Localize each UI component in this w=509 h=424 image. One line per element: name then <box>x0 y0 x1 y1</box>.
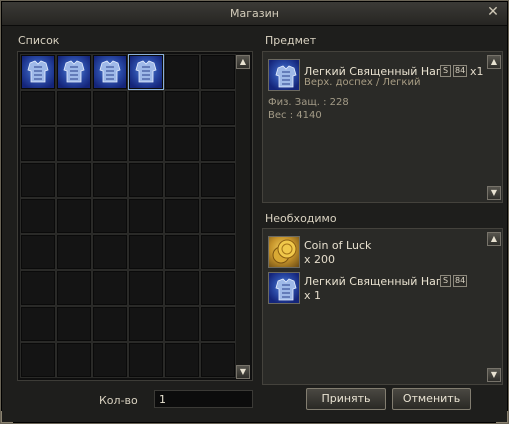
required-armor-icon <box>268 272 300 304</box>
grid-empty-slot[interactable] <box>164 306 200 342</box>
grid-empty-slot[interactable] <box>128 306 164 342</box>
phys-def-stat: Физ. Защ. : 228 <box>268 97 349 108</box>
grid-empty-slot[interactable] <box>200 270 236 306</box>
grid-empty-slot[interactable] <box>20 162 56 198</box>
grid-empty-slot[interactable] <box>128 90 164 126</box>
accept-button[interactable]: Принять <box>306 388 386 410</box>
grid-empty-slot[interactable] <box>56 90 92 126</box>
required-item-name-2: Легкий Священный Наг.. <box>304 275 449 288</box>
grid-item-slot[interactable] <box>128 54 164 90</box>
item-armor-icon <box>268 59 300 91</box>
grid-empty-slot[interactable] <box>128 198 164 234</box>
grid-empty-slot[interactable] <box>56 306 92 342</box>
grid-item-slot[interactable] <box>56 54 92 90</box>
grid-empty-slot[interactable] <box>200 306 236 342</box>
grid-empty-slot[interactable] <box>92 198 128 234</box>
grid-empty-slot[interactable] <box>164 162 200 198</box>
grid-empty-slot[interactable] <box>128 126 164 162</box>
grid-empty-slot[interactable] <box>200 198 236 234</box>
grid-empty-slot[interactable] <box>20 342 56 378</box>
grid-empty-slot[interactable] <box>56 126 92 162</box>
grid-empty-slot[interactable] <box>20 306 56 342</box>
grid-empty-slot[interactable] <box>92 126 128 162</box>
grid-empty-slot[interactable] <box>200 54 236 90</box>
grid-empty-slot[interactable] <box>56 234 92 270</box>
grid-empty-slot[interactable] <box>164 234 200 270</box>
grid-empty-slot[interactable] <box>56 270 92 306</box>
required-grade-level-badge: 84 <box>453 275 467 287</box>
grid-scroll-track[interactable] <box>236 54 250 378</box>
item-info-panel: Легкий Священный Наг.. S 84 x1 Верх. дос… <box>262 51 503 203</box>
grid-empty-slot[interactable] <box>56 198 92 234</box>
grid-empty-slot[interactable] <box>20 126 56 162</box>
grid-empty-slot[interactable] <box>164 90 200 126</box>
grid-empty-slot[interactable] <box>92 342 128 378</box>
shop-window: Магазин ✕ Список ▲ ▼ Предмет Легкий Свящ… <box>0 0 509 424</box>
weight-stat: Вес : 4140 <box>268 110 322 121</box>
list-label: Список <box>18 34 60 47</box>
grid-empty-slot[interactable] <box>164 342 200 378</box>
grid-empty-slot[interactable] <box>92 306 128 342</box>
item-label: Предмет <box>265 34 317 47</box>
grid-scroll-down-icon[interactable]: ▼ <box>236 365 250 379</box>
quantity-label: Кол-во <box>99 394 138 407</box>
grid-empty-slot[interactable] <box>92 162 128 198</box>
grid-empty-slot[interactable] <box>92 234 128 270</box>
grid-empty-slot[interactable] <box>92 270 128 306</box>
grid-empty-slot[interactable] <box>200 234 236 270</box>
grid-empty-slot[interactable] <box>200 162 236 198</box>
item-grid-panel: ▲ ▼ <box>17 51 253 381</box>
info-scroll-down-icon[interactable]: ▼ <box>487 186 501 200</box>
required-label: Необходимо <box>265 212 337 225</box>
item-type: Верх. доспех / Легкий <box>304 77 421 88</box>
info-scroll-up-icon[interactable]: ▲ <box>487 55 501 69</box>
item-quantity: x1 <box>470 65 484 78</box>
grade-badge: S <box>440 65 451 77</box>
grid-item-slot[interactable] <box>92 54 128 90</box>
quantity-input[interactable] <box>154 390 253 408</box>
grid-empty-slot[interactable] <box>164 126 200 162</box>
required-scroll-down-icon[interactable]: ▼ <box>487 368 501 382</box>
grid-empty-slot[interactable] <box>200 342 236 378</box>
grid-empty-slot[interactable] <box>20 198 56 234</box>
grid-empty-slot[interactable] <box>20 234 56 270</box>
corner-ornament-icon <box>496 411 508 423</box>
grid-empty-slot[interactable] <box>20 270 56 306</box>
required-item-qty-1: x 200 <box>304 253 336 266</box>
grid-empty-slot[interactable] <box>128 270 164 306</box>
window-title: Магазин <box>230 7 279 20</box>
required-panel: Coin of Luck x 200 Легкий Священный Наг.… <box>262 228 503 385</box>
corner-ornament-icon <box>1 411 13 423</box>
grid-empty-slot[interactable] <box>200 90 236 126</box>
grid-scroll-up-icon[interactable]: ▲ <box>236 55 250 69</box>
grid-empty-slot[interactable] <box>92 90 128 126</box>
grid-empty-slot[interactable] <box>56 342 92 378</box>
title-bar[interactable]: Магазин <box>2 2 507 26</box>
grid-empty-slot[interactable] <box>128 342 164 378</box>
grid-empty-slot[interactable] <box>20 90 56 126</box>
grade-level-badge: 84 <box>453 65 467 77</box>
close-icon[interactable]: ✕ <box>486 5 500 19</box>
grid-empty-slot[interactable] <box>164 54 200 90</box>
required-scroll-up-icon[interactable]: ▲ <box>487 232 501 246</box>
required-item-name-1: Coin of Luck <box>304 239 372 252</box>
grid-empty-slot[interactable] <box>56 162 92 198</box>
grid-empty-slot[interactable] <box>200 126 236 162</box>
grid-empty-slot[interactable] <box>128 162 164 198</box>
coin-icon <box>268 236 300 268</box>
grid-item-slot[interactable] <box>20 54 56 90</box>
required-grade-badge: S <box>440 275 451 287</box>
grid-empty-slot[interactable] <box>164 198 200 234</box>
cancel-button[interactable]: Отменить <box>392 388 471 410</box>
item-grid <box>20 54 236 378</box>
grid-empty-slot[interactable] <box>164 270 200 306</box>
required-item-qty-2: x 1 <box>304 289 322 302</box>
grid-empty-slot[interactable] <box>128 234 164 270</box>
